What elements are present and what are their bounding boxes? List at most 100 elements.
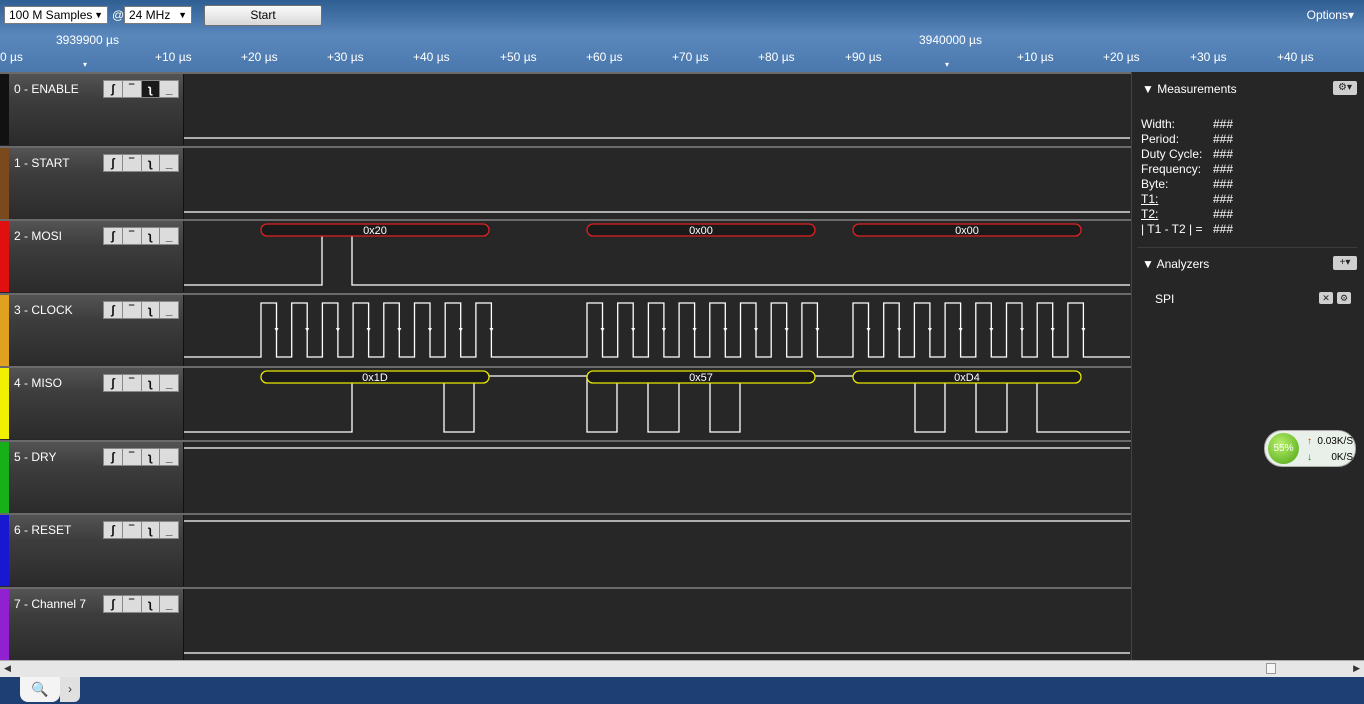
measurement-label: Frequency: [1141, 162, 1202, 176]
rate-select[interactable]: 24 MHz ▼ [124, 6, 192, 24]
channel-label-panel[interactable]: 7 - Channel 7 ʃ ‾ ʅ _ [0, 588, 184, 660]
channel-row: 2 - MOSI ʃ ‾ ʅ _ 0x20 0x00 0x00 [0, 219, 1131, 292]
rising-edge-trigger-icon[interactable]: ʃ [104, 448, 123, 465]
time-tick: +50 µs [500, 50, 537, 64]
high-level-trigger-icon[interactable]: ‾ [123, 154, 142, 171]
falling-edge-trigger-icon[interactable]: ʅ [142, 522, 161, 538]
sample-arrow-icon [366, 327, 371, 332]
next-tab[interactable]: › [60, 677, 80, 702]
analyzer-spi[interactable]: SPI [1155, 292, 1174, 306]
low-level-trigger-icon[interactable]: _ [160, 228, 178, 244]
scroll-left-icon[interactable]: ◀ [4, 663, 11, 674]
channel-waveform[interactable] [184, 515, 1130, 586]
measurement-value: ### [1213, 207, 1234, 221]
side-panel: ▼ Measurements ⚙▾ Width: ### Period: ### D… [1131, 72, 1364, 660]
anchor-marker-icon: ▾ [83, 60, 88, 69]
high-level-trigger-icon[interactable]: ‾ [123, 301, 142, 318]
measurement-label: Duty Cycle: [1141, 147, 1203, 161]
measurements-gear-icon[interactable]: ⚙▾ [1333, 81, 1357, 95]
measurement-label: | T1 - T2 | = [1141, 222, 1203, 236]
upload-value: 0.03K/S [1317, 436, 1353, 447]
sample-arrow-icon [866, 327, 871, 332]
channel-waveform[interactable] [184, 147, 1130, 219]
measurement-value: ### [1213, 192, 1234, 206]
channel-label-panel[interactable]: 6 - RESET ʃ ‾ ʅ _ [0, 515, 184, 586]
high-level-trigger-icon[interactable]: ‾ [123, 375, 142, 391]
channel-color-bar [0, 147, 9, 219]
add-analyzer-icon[interactable]: +▾ [1333, 256, 1357, 270]
channel-waveform[interactable] [184, 294, 1130, 366]
rising-edge-trigger-icon[interactable]: ʃ [104, 375, 123, 391]
channel-label-panel[interactable]: 0 - ENABLE ʃ ‾ ʅ _ [0, 74, 184, 145]
falling-edge-trigger-icon[interactable]: ʅ [142, 448, 161, 465]
samples-select-value: 100 M Samples [9, 8, 93, 22]
signal-trace [184, 375, 1130, 433]
low-level-trigger-icon[interactable]: _ [160, 522, 178, 538]
samples-select[interactable]: 100 M Samples ▼ [4, 6, 108, 24]
decoded-byte-value: 0x00 [955, 225, 979, 237]
channel-row: 6 - RESET ʃ ‾ ʅ _ [0, 513, 1131, 586]
scroll-right-icon[interactable]: ▶ [1353, 663, 1360, 674]
rising-edge-trigger-icon[interactable]: ʃ [104, 522, 123, 538]
low-level-trigger-icon[interactable]: _ [160, 81, 178, 97]
search-tab[interactable]: 🔍 [20, 677, 60, 702]
channel-label-panel[interactable]: 3 - CLOCK ʃ ‾ ʅ _ [0, 294, 184, 366]
channel-waveform[interactable] [184, 588, 1130, 660]
channel-label-panel[interactable]: 2 - MOSI ʃ ‾ ʅ _ [0, 221, 184, 292]
sample-arrow-icon [754, 327, 758, 332]
t2-marker-link[interactable]: T2: [1141, 207, 1158, 221]
rising-edge-trigger-icon[interactable]: ʃ [104, 81, 123, 97]
channel-waveform[interactable] [184, 441, 1130, 513]
options-button[interactable]: Options▾ [1307, 8, 1354, 22]
falling-edge-trigger-icon[interactable]: ʅ [142, 228, 161, 244]
high-level-trigger-icon[interactable]: ‾ [123, 81, 142, 97]
start-button[interactable]: Start [204, 5, 322, 26]
low-level-trigger-icon[interactable]: _ [160, 596, 178, 612]
sample-arrow-icon [458, 327, 463, 332]
t1-marker-link[interactable]: T1: [1141, 192, 1158, 206]
channel-label-panel[interactable]: 1 - START ʃ ‾ ʅ _ [0, 147, 184, 219]
channel-name: 0 - ENABLE [14, 82, 79, 96]
measurement-row: Width: ### [1141, 117, 1233, 131]
high-level-trigger-icon[interactable]: ‾ [123, 228, 142, 244]
falling-edge-trigger-icon[interactable]: ʅ [142, 375, 161, 391]
high-level-trigger-icon[interactable]: ‾ [123, 448, 142, 465]
measurements-header[interactable]: ▼ Measurements [1142, 82, 1237, 96]
scroll-thumb[interactable] [1266, 663, 1276, 674]
high-level-trigger-icon[interactable]: ‾ [123, 595, 142, 612]
time-tick: +20 µs [241, 50, 278, 64]
falling-edge-trigger-icon[interactable]: ʅ [142, 595, 161, 612]
falling-edge-trigger-icon[interactable]: ʅ [142, 301, 161, 318]
rising-edge-trigger-icon[interactable]: ʃ [104, 595, 123, 612]
falling-edge-trigger-icon[interactable]: ʅ [141, 81, 161, 97]
close-icon[interactable]: ✕ [1319, 292, 1333, 304]
measurements-title: Measurements [1157, 82, 1237, 96]
channel-label-panel[interactable]: 5 - DRY ʃ ‾ ʅ _ [0, 441, 184, 513]
gear-icon[interactable]: ⚙ [1337, 292, 1351, 304]
low-level-trigger-icon[interactable]: _ [160, 449, 178, 465]
horizontal-scrollbar[interactable]: ◀ ▶ [0, 660, 1364, 677]
decoded-byte-value: 0x1D [362, 372, 388, 384]
channel-label-panel[interactable]: 4 - MISO ʃ ‾ ʅ _ [0, 368, 184, 439]
channel-waveform[interactable] [184, 74, 1130, 145]
channel-waveform[interactable]: 0x1D 0x57 0xD4 [184, 368, 1130, 439]
sample-arrow-icon [723, 327, 728, 332]
high-level-trigger-icon[interactable]: ‾ [123, 522, 142, 538]
low-level-trigger-icon[interactable]: _ [160, 155, 178, 171]
analyzers-header[interactable]: ▼ Analyzers [1142, 257, 1209, 271]
measurement-row: Period: ### [1141, 132, 1233, 146]
low-level-trigger-icon[interactable]: _ [160, 375, 178, 391]
rising-edge-trigger-icon[interactable]: ʃ [104, 301, 123, 318]
channel-name: 5 - DRY [14, 449, 57, 464]
channel-waveform[interactable]: 0x20 0x00 0x00 [184, 221, 1130, 292]
download-value: 0K/S [1331, 452, 1353, 463]
channel-name: 4 - MISO [14, 376, 63, 390]
measurement-value: ### [1213, 147, 1234, 161]
rising-edge-trigger-icon[interactable]: ʃ [104, 154, 123, 171]
channel-color-bar [0, 515, 9, 586]
low-level-trigger-icon[interactable]: _ [160, 302, 178, 318]
falling-edge-trigger-icon[interactable]: ʅ [142, 154, 161, 171]
chevron-down-icon: ▼ [178, 10, 187, 20]
bottom-tab-bar: 🔍 › [0, 677, 1364, 704]
rising-edge-trigger-icon[interactable]: ʃ [104, 228, 123, 244]
